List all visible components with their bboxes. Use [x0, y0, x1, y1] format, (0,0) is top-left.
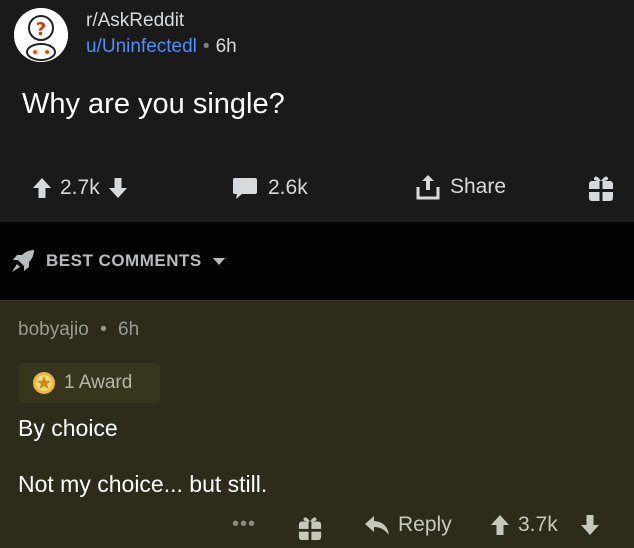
more-icon[interactable]: •••: [232, 513, 256, 536]
comment-action-bar: ••• Reply 3.7k: [0, 511, 634, 545]
comment-icon: [232, 176, 258, 200]
share-label: Share: [450, 175, 507, 198]
gift-icon[interactable]: [298, 515, 322, 541]
comment-author[interactable]: bobyajio: [18, 319, 89, 340]
award-chip[interactable]: 1 Award: [18, 363, 160, 403]
reply-button[interactable]: Reply: [364, 513, 452, 537]
comment-meta: bobyajio • 6h: [18, 319, 139, 341]
post-meta: u/Uninfectedl • 6h: [86, 36, 237, 58]
sort-label: BEST COMMENTS: [46, 251, 202, 270]
post-age: 6h: [215, 36, 237, 57]
comment-body-line-2: Not my choice... but still.: [18, 471, 268, 497]
meta-separator: •: [202, 36, 210, 57]
award-icon: [32, 371, 56, 395]
post-score: 2.7k: [60, 176, 100, 199]
post-title[interactable]: Why are you single?: [22, 88, 285, 121]
share-icon: [416, 174, 440, 200]
comment-age: 6h: [118, 319, 140, 340]
comment-sort-band: BEST COMMENTS: [0, 222, 634, 300]
upvote-icon[interactable]: [32, 177, 52, 199]
askreddit-avatar-icon[interactable]: ?: [14, 8, 68, 62]
comment-vote-group: 3.7k: [490, 513, 600, 537]
downvote-icon[interactable]: [580, 514, 600, 536]
reply-icon: [364, 514, 390, 536]
rocket-icon: [10, 248, 36, 274]
reply-label: Reply: [398, 513, 452, 536]
subreddit-name[interactable]: r/AskReddit: [86, 10, 184, 32]
gift-icon[interactable]: [588, 174, 614, 202]
svg-text:?: ?: [36, 19, 46, 40]
comment-body-line-1: By choice: [18, 415, 118, 441]
downvote-icon[interactable]: [108, 177, 128, 199]
caret-down-icon: [212, 256, 226, 266]
comment-score: 3.7k: [518, 513, 558, 536]
post-action-bar: 2.7k 2.6k Share: [0, 168, 634, 208]
comment-card: bobyajio • 6h 1 Award By choice Not my c…: [0, 300, 634, 548]
post-vote-group: 2.7k: [32, 176, 128, 200]
upvote-icon[interactable]: [490, 514, 510, 536]
comments-button[interactable]: 2.6k: [232, 176, 308, 200]
comment-count: 2.6k: [268, 176, 308, 199]
share-button[interactable]: Share: [416, 174, 506, 200]
meta-separator: •: [100, 319, 107, 340]
comment-sort-dropdown[interactable]: BEST COMMENTS: [10, 248, 226, 274]
award-label: 1 Award: [64, 372, 133, 393]
post-author[interactable]: u/Uninfectedl: [86, 36, 197, 57]
post-header: ? r/AskReddit u/Uninfectedl • 6h Why are y…: [0, 0, 634, 222]
